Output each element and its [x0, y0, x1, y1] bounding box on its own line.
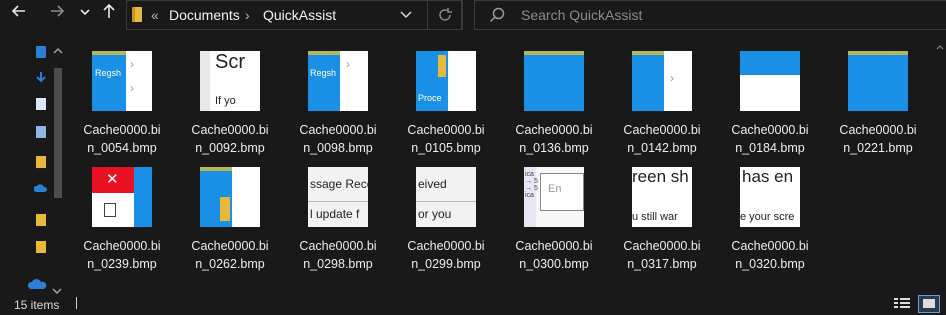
details-view-icon[interactable]: [894, 297, 910, 310]
thumbnail-text: En: [548, 183, 562, 195]
file-name: Cache0000.bi n_0136.bmp: [515, 123, 593, 155]
file-thumbnail: ✕: [92, 167, 152, 227]
arrow-up-icon: [103, 3, 115, 18]
breadcrumb-quickassist[interactable]: QuickAssist: [263, 7, 336, 23]
large-icons-view-icon[interactable]: [918, 295, 940, 313]
folder-icon: [132, 7, 142, 22]
folder-icon[interactable]: [36, 214, 46, 226]
thumbnail-text: ssage Rece: [310, 177, 368, 191]
thumbnail-text: eived: [418, 177, 447, 191]
breadcrumb-separator[interactable]: ›: [245, 7, 250, 23]
file-thumbnail: Scr If yo: [200, 51, 260, 111]
file-thumbnail: ssage Rece l update f: [308, 167, 368, 227]
breadcrumb-documents[interactable]: Documents: [169, 7, 240, 23]
scroll-thumb[interactable]: [54, 68, 62, 198]
item-count: 15 items: [14, 298, 60, 312]
breadcrumb-overflow[interactable]: «: [151, 7, 159, 23]
search-box[interactable]: Search QuickAssist: [474, 0, 946, 30]
refresh-button[interactable]: [427, 0, 463, 30]
file-item[interactable]: Cache0000.bi n_0262.bmp: [180, 154, 280, 271]
file-name: Cache0000.bi n_0298.bmp: [299, 239, 377, 271]
file-name: Cache0000.bi n_0221.bmp: [839, 123, 917, 155]
navigation-scrollbar[interactable]: [53, 42, 63, 282]
file-item[interactable]: Regsh › › Cache0000.bi n_0054.bmp: [72, 38, 172, 155]
address-bar[interactable]: « Documents › QuickAssist: [126, 0, 462, 30]
cloud-icon[interactable]: [27, 276, 48, 290]
file-item[interactable]: › Cache0000.bi n_0142.bmp: [612, 38, 712, 155]
file-name: Cache0000.bi n_0105.bmp: [407, 123, 485, 155]
file-grid: Regsh › › Cache0000.bi n_0054.bmp Scr If …: [72, 38, 946, 294]
file-thumbnail: Regsh › ›: [92, 51, 152, 111]
content-scroll-up-icon[interactable]: [936, 38, 944, 50]
file-thumbnail: [200, 167, 260, 227]
thumbnail-text: Regsh: [95, 68, 122, 78]
arrow-left-icon: [11, 5, 25, 17]
up-button[interactable]: [99, 3, 119, 25]
file-thumbnail: has en e your scre: [740, 167, 800, 227]
file-thumbnail: [740, 51, 800, 111]
forward-button[interactable]: [46, 3, 68, 25]
file-name: Cache0000.bi n_0317.bmp: [623, 239, 701, 271]
status-bar: 15 items: [0, 294, 946, 313]
address-toolbar: « Documents › QuickAssist Search QuickAs…: [0, 0, 946, 30]
file-item[interactable]: Scr If yo Cache0000.bi n_0092.bmp: [180, 38, 280, 155]
file-item[interactable]: reen sh u still war Cache0000.bi n_0317.b…: [612, 154, 712, 271]
folder-icon[interactable]: [36, 241, 46, 253]
arrow-right-icon: [51, 5, 65, 17]
file-name: Cache0000.bi n_0142.bmp: [623, 123, 701, 155]
file-name: Cache0000.bi n_0092.bmp: [191, 123, 269, 155]
file-thumbnail: Proce: [416, 51, 476, 111]
file-name: Cache0000.bi n_0299.bmp: [407, 239, 485, 271]
file-item[interactable]: Regsh › Cache0000.bi n_0098.bmp: [288, 38, 388, 155]
search-icon: [489, 7, 505, 23]
file-item[interactable]: ✕ Cache0000.bi n_0239.bmp: [72, 154, 172, 271]
recent-locations-button[interactable]: [77, 3, 93, 25]
file-item[interactable]: ica → 5 → 5 ica En Cache0000.bi n_0300.bmp: [504, 154, 604, 271]
file-thumbnail: reen sh u still war: [632, 167, 692, 227]
file-thumbnail: ica → 5 → 5 ica En: [524, 167, 584, 227]
thumbnail-text: Scr: [215, 51, 245, 73]
file-item[interactable]: Cache0000.bi n_0136.bmp: [504, 38, 604, 155]
back-button[interactable]: [8, 3, 30, 25]
file-name: Cache0000.bi n_0054.bmp: [83, 123, 161, 155]
thumbnail-text: has en: [742, 167, 794, 186]
thumbnail-text: reen sh: [632, 167, 689, 186]
documents-icon[interactable]: [36, 98, 46, 110]
file-item[interactable]: Cache0000.bi n_0184.bmp: [720, 38, 820, 155]
file-item[interactable]: Cache0000.bi n_0221.bmp: [828, 38, 928, 155]
thumbnail-text: Proce: [418, 93, 442, 103]
file-thumbnail: [848, 51, 908, 111]
file-name: Cache0000.bi n_0239.bmp: [83, 239, 161, 271]
file-thumbnail: Regsh ›: [308, 51, 368, 111]
close-icon: ✕: [106, 171, 119, 188]
file-thumbnail: eived or you: [416, 167, 476, 227]
file-name: Cache0000.bi n_0300.bmp: [515, 239, 593, 271]
scroll-up-icon[interactable]: [53, 42, 63, 54]
file-item[interactable]: eived or you Cache0000.bi n_0299.bmp: [396, 154, 496, 271]
expand-chevron-icon[interactable]: [52, 282, 64, 294]
folder-icon[interactable]: [36, 156, 46, 168]
file-name: Cache0000.bi n_0184.bmp: [731, 123, 809, 155]
chevron-down-icon: [80, 9, 90, 16]
status-divider: [76, 297, 77, 309]
file-name: Cache0000.bi n_0098.bmp: [299, 123, 377, 155]
file-thumbnail: [524, 51, 584, 111]
file-item[interactable]: Proce Cache0000.bi n_0105.bmp: [396, 38, 496, 155]
refresh-icon: [439, 8, 452, 21]
onedrive-icon[interactable]: [33, 181, 48, 195]
thumbnail-text: Regsh: [310, 68, 337, 78]
file-thumbnail: ›: [632, 51, 692, 111]
quick-access-icon[interactable]: [36, 46, 46, 58]
search-placeholder[interactable]: Search QuickAssist: [521, 7, 642, 23]
downloads-icon[interactable]: [36, 71, 46, 83]
address-dropdown-icon[interactable]: [399, 9, 413, 21]
file-name: Cache0000.bi n_0262.bmp: [191, 239, 269, 271]
file-item[interactable]: has en e your scre Cache0000.bi n_0320.bm…: [720, 154, 820, 271]
pictures-icon[interactable]: [36, 126, 46, 138]
file-name: Cache0000.bi n_0320.bmp: [731, 239, 809, 271]
file-item[interactable]: ssage Rece l update f Cache0000.bi n_0298…: [288, 154, 388, 271]
